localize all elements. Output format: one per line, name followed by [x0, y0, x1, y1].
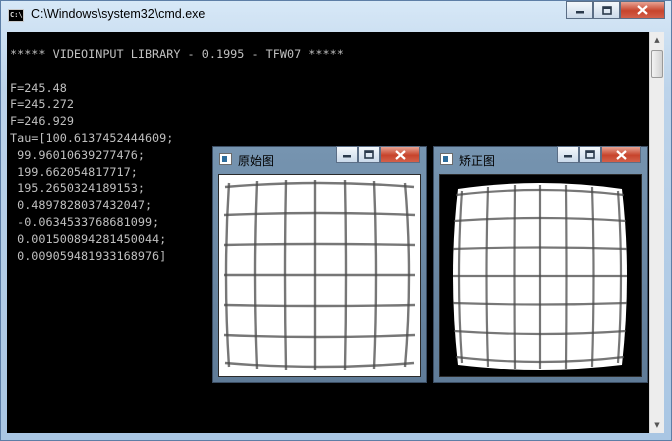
close-button[interactable]: [380, 146, 420, 163]
minimize-button[interactable]: [566, 1, 593, 19]
window-controls: [557, 146, 641, 163]
scroll-down-icon[interactable]: ▼: [650, 417, 664, 433]
corrected-image: [439, 174, 642, 377]
close-button[interactable]: [601, 146, 641, 163]
original-image: [218, 174, 421, 377]
window-title: C:\Windows\system32\cmd.exe: [31, 7, 206, 21]
maximize-button[interactable]: [579, 146, 601, 163]
minimize-button[interactable]: [557, 146, 579, 163]
corrected-grid-image: [452, 183, 628, 370]
original-image-title: 原始图: [238, 154, 275, 168]
window-controls: [336, 146, 420, 163]
close-icon: [615, 149, 627, 160]
minimize-button[interactable]: [336, 146, 358, 163]
maximize-button[interactable]: [593, 1, 620, 19]
corrected-image-window[interactable]: 矫正图: [433, 146, 648, 383]
cmd-icon[interactable]: C:\: [8, 9, 24, 22]
close-button[interactable]: [620, 1, 665, 19]
corrected-image-title: 矫正图: [459, 154, 496, 168]
close-icon: [394, 149, 406, 160]
maximize-icon: [585, 150, 595, 159]
minimize-icon: [343, 154, 351, 157]
window-controls: [566, 1, 665, 19]
scroll-up-icon[interactable]: ▲: [650, 32, 664, 48]
minimize-icon: [564, 154, 572, 157]
title-bar[interactable]: C:\ C:\Windows\system32\cmd.exe: [1, 1, 671, 31]
maximize-icon: [364, 150, 374, 159]
image-window-icon: [440, 153, 453, 165]
scrollbar-thumb[interactable]: [651, 50, 663, 78]
original-image-window[interactable]: 原始图: [212, 146, 427, 383]
maximize-icon: [601, 5, 612, 15]
maximize-button[interactable]: [358, 146, 380, 163]
image-window-icon: [219, 153, 232, 165]
close-icon: [637, 5, 648, 15]
vertical-scrollbar[interactable]: ▲ ▼: [649, 32, 664, 433]
minimize-icon: [575, 11, 584, 14]
distorted-grid-image: [223, 179, 416, 371]
